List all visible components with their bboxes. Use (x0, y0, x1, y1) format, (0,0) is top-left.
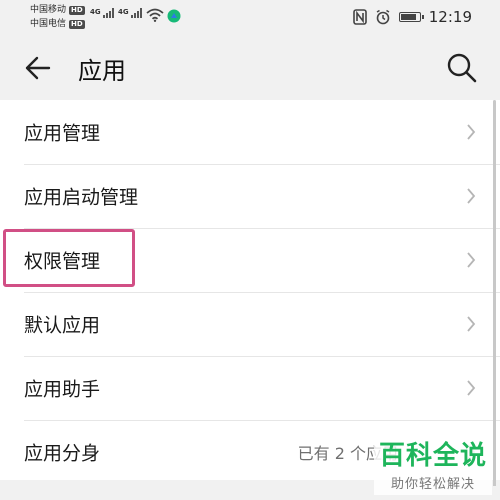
list-item-permission-management[interactable]: 权限管理 (0, 228, 500, 292)
chevron-right-icon (467, 252, 476, 268)
watermark-title: 百科全说 (378, 441, 487, 471)
signal-icon: 4G (90, 8, 114, 18)
list-item-label: 默认应用 (24, 314, 101, 337)
network-type-1: 4G (90, 8, 101, 16)
list-item-app-management[interactable]: 应用管理 (0, 100, 500, 164)
carrier-2-label: 中国电信 (30, 19, 67, 29)
list-item-label: 应用启动管理 (24, 186, 139, 209)
network-type-2: 4G (118, 8, 129, 16)
search-icon[interactable] (444, 50, 480, 86)
signal-icon: 4G (118, 8, 142, 18)
list-item-app-startup-management[interactable]: 应用启动管理 (0, 164, 500, 228)
chevron-right-icon (467, 124, 476, 140)
battery-level (400, 14, 416, 20)
list-item-label: 应用管理 (24, 122, 101, 145)
watermark: 百科全说 助你轻松解决 (374, 441, 492, 495)
hd-badge: HD (69, 5, 85, 15)
list-item-label: 应用助手 (24, 378, 101, 401)
alarm-icon (376, 9, 390, 25)
arrow-left-icon[interactable] (20, 50, 56, 86)
chevron-right-icon (467, 316, 476, 332)
app-bar: 应用 (0, 36, 500, 100)
chevron-right-icon (467, 380, 476, 396)
status-right-group: 12:19 (352, 8, 472, 26)
watermark-subtitle: 助你轻松解决 (390, 477, 475, 492)
battery-icon (398, 12, 424, 22)
list-item-label: 权限管理 (24, 250, 101, 273)
chevron-right-icon (467, 188, 476, 204)
carrier-1-label: 中国移动 (30, 5, 67, 15)
page-title: 应用 (78, 57, 126, 85)
scrollbar[interactable] (493, 100, 496, 490)
list-item-app-assistant[interactable]: 应用助手 (0, 356, 500, 420)
app-notification-icon (167, 9, 181, 23)
status-bar: 中国移动 HD 中国电信 HD 4G 4G 12:19 (0, 0, 500, 36)
wifi-icon (146, 8, 164, 22)
settings-list: 应用管理 应用启动管理 权限管理 默认应用 应用助手 应用分身 已有 2 个应用 (0, 100, 500, 480)
list-item-label: 应用分身 (24, 442, 101, 465)
hd-badge: HD (69, 19, 85, 29)
list-item-default-apps[interactable]: 默认应用 (0, 292, 500, 356)
status-time: 12:19 (428, 8, 472, 26)
nfc-icon (352, 9, 367, 25)
